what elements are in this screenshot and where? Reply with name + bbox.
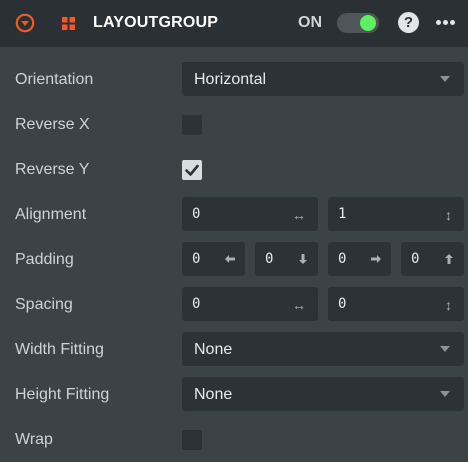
more-horizontal-icon[interactable] <box>436 20 456 26</box>
padding-top-field[interactable]: 0 <box>401 242 464 276</box>
more-dot <box>443 20 448 25</box>
chevron-down-icon <box>440 346 450 352</box>
checkmark-icon <box>185 164 199 176</box>
alignment-x-value: 0 <box>192 206 201 222</box>
question-circle-icon[interactable]: ? <box>398 12 419 33</box>
orientation-value: Horizontal <box>194 71 267 88</box>
alignment-y-field[interactable]: 1 ↕ <box>328 197 464 231</box>
chevron-down-icon <box>440 76 450 82</box>
alignment-label: Alignment <box>15 206 87 223</box>
arrow-right-icon <box>371 255 381 263</box>
arrow-up-icon <box>445 254 453 264</box>
enabled-toggle[interactable] <box>337 13 379 33</box>
width-fitting-label: Width Fitting <box>15 341 104 358</box>
grid-icon <box>62 17 75 30</box>
width-fitting-value: None <box>194 341 233 358</box>
arrow-down-icon <box>299 254 307 264</box>
padding-right-field[interactable]: 0 <box>328 242 391 276</box>
spacing-label: Spacing <box>15 296 73 313</box>
spacing-y-field[interactable]: 0 ↕ <box>328 287 464 321</box>
height-fitting-dropdown[interactable]: None <box>182 377 464 411</box>
padding-bottom-field[interactable]: 0 <box>255 242 318 276</box>
arrow-left-icon <box>225 255 235 263</box>
padding-label: Padding <box>15 251 74 268</box>
reverse-x-checkbox[interactable] <box>182 115 202 135</box>
spacing-y-value: 0 <box>338 296 347 312</box>
wrap-label: Wrap <box>15 431 53 448</box>
chevron-down-circle-icon[interactable] <box>15 13 35 33</box>
orientation-dropdown[interactable]: Horizontal <box>182 62 464 96</box>
alignment-y-value: 1 <box>338 206 347 222</box>
component-title: LAYOUTGROUP <box>93 14 219 31</box>
more-dot <box>436 20 441 25</box>
padding-top-value: 0 <box>411 251 420 267</box>
height-fitting-value: None <box>194 386 233 403</box>
component-header: LAYOUTGROUP ON ? <box>0 0 468 47</box>
padding-left-field[interactable]: 0 <box>182 242 245 276</box>
height-fitting-label: Height Fitting <box>15 386 110 403</box>
layoutgroup-component-panel: LAYOUTGROUP ON ? Orientation Horizontal … <box>0 0 468 462</box>
padding-right-value: 0 <box>338 251 347 267</box>
spacing-x-value: 0 <box>192 296 201 312</box>
enabled-label: ON <box>298 14 322 31</box>
toggle-knob <box>360 15 376 31</box>
vertical-arrows-icon[interactable]: ↕ <box>445 298 452 312</box>
horizontal-arrows-icon[interactable]: ↔ <box>292 298 306 312</box>
wrap-checkbox[interactable] <box>182 430 202 450</box>
reverse-y-checkbox[interactable] <box>182 160 202 180</box>
padding-left-value: 0 <box>192 251 201 267</box>
chevron-down-icon <box>440 391 450 397</box>
more-dot <box>450 20 455 25</box>
padding-bottom-value: 0 <box>265 251 274 267</box>
spacing-x-field[interactable]: 0 ↔ <box>182 287 318 321</box>
horizontal-arrows-icon[interactable]: ↔ <box>292 208 306 222</box>
reverse-y-label: Reverse Y <box>15 161 90 178</box>
reverse-x-label: Reverse X <box>15 116 90 133</box>
orientation-label: Orientation <box>15 71 94 88</box>
alignment-x-field[interactable]: 0 ↔ <box>182 197 318 231</box>
vertical-arrows-icon[interactable]: ↕ <box>445 208 452 222</box>
width-fitting-dropdown[interactable]: None <box>182 332 464 366</box>
